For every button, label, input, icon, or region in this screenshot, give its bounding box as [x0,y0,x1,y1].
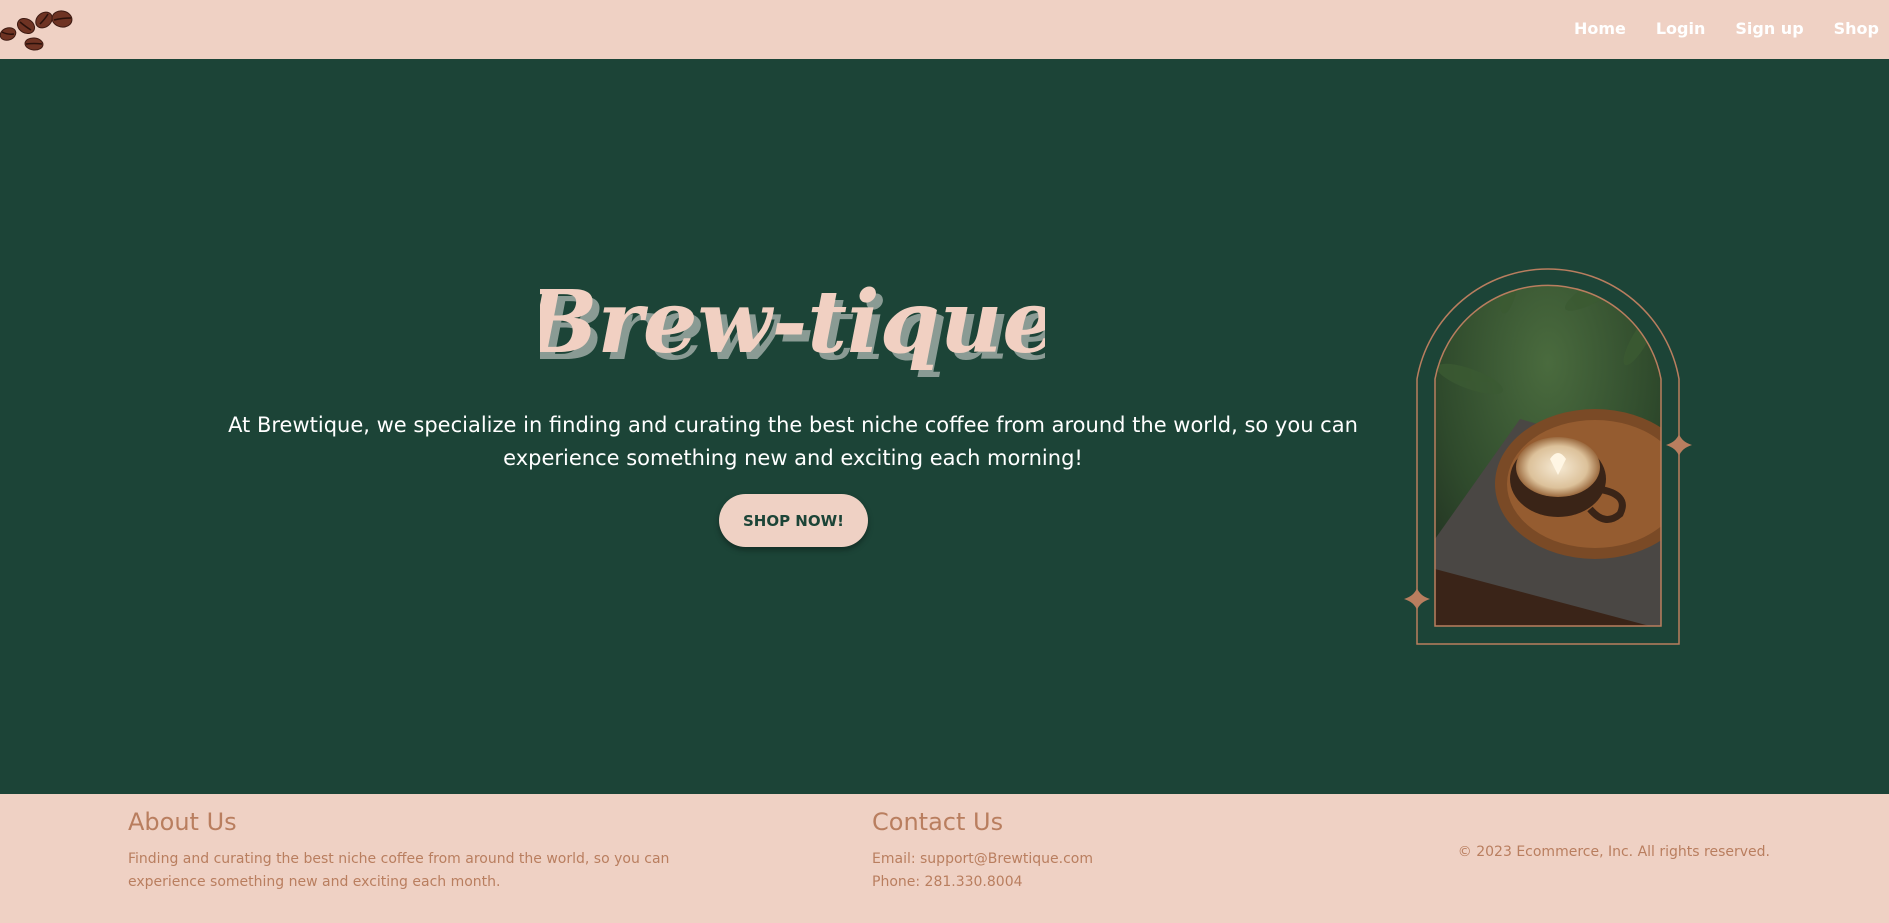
about-heading: About Us [128,808,237,836]
sparkle-icon [1404,588,1430,610]
footer: About Us Finding and curating the best n… [0,794,1889,923]
contact-phone[interactable]: Phone: 281.330.8004 [872,871,1232,894]
nav-links: Home Login Sign up Shop [1544,0,1889,56]
hero-tagline: At Brewtique, we specialize in finding a… [228,413,1358,470]
hero-section: Brew-tique Brew-tique At Brewtique, we s… [0,59,1889,794]
shop-now-button[interactable]: SHOP NOW! [719,494,868,547]
about-text: Finding and curating the best niche coff… [128,851,670,890]
nav-login-link[interactable]: Login [1656,19,1706,38]
copyright-text: © 2023 Ecommerce, Inc. All rights reserv… [1457,844,1770,860]
footer-contact: Contact Us Email: support@Brewtique.com … [872,808,1232,894]
latte-cup-image [1435,285,1661,626]
nav-shop-link[interactable]: Shop [1834,19,1879,38]
contact-email[interactable]: Email: support@Brewtique.com [872,848,1232,871]
nav-home-link[interactable]: Home [1574,19,1626,38]
contact-heading: Contact Us [872,808,1004,836]
arch-image-frame [1404,268,1692,645]
nav-signup-link[interactable]: Sign up [1735,19,1803,38]
coffee-beans-icon[interactable] [0,2,80,54]
navbar: Home Login Sign up Shop [0,0,1889,59]
hero-title: Brew-tique Brew-tique [540,272,1045,380]
footer-about: About Us Finding and curating the best n… [128,808,688,894]
sparkle-icon [1666,434,1692,456]
hero-title-text: Brew-tique [540,272,1045,373]
